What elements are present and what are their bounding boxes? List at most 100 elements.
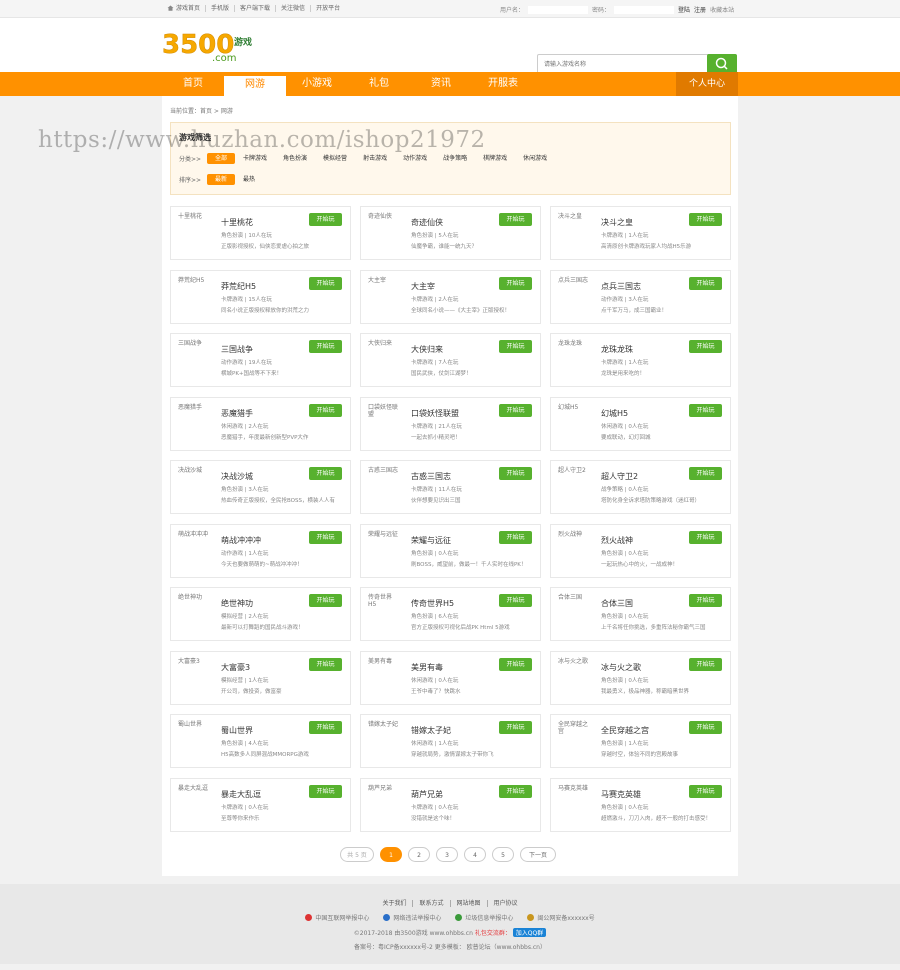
game-name[interactable]: 葫芦兄弟 [411, 789, 443, 800]
play-button[interactable]: 开始玩 [499, 467, 532, 480]
top-link[interactable]: 手机版 [206, 5, 236, 12]
play-button[interactable]: 开始玩 [499, 213, 532, 226]
footer-badge[interactable]: 网络违法举报中心 [383, 913, 441, 922]
game-name[interactable]: 决斗之皇 [601, 217, 633, 228]
game-name[interactable]: 绝世神功 [221, 598, 253, 609]
game-thumbnail[interactable]: 美男有毒 [368, 658, 400, 690]
game-thumbnail[interactable]: 大主宰 [368, 277, 400, 309]
play-button[interactable]: 开始玩 [309, 340, 342, 353]
page-number[interactable]: 4 [464, 847, 486, 862]
site-logo[interactable]: 3500 游戏 .com [162, 29, 262, 63]
nav-item-server-list[interactable]: 开服表 [472, 72, 534, 96]
game-name[interactable]: 荣耀与远征 [411, 535, 451, 546]
game-card[interactable]: 暴走大乱逗 暴走大乱逗 卡牌游戏 | 0人在玩 至尊等你来作乐 开始玩 [170, 777, 351, 832]
game-thumbnail[interactable]: 决斗之皇 [558, 213, 590, 245]
game-thumbnail[interactable]: 奇迹仙侠 [368, 213, 400, 245]
join-qq-button[interactable]: 加入QQ群 [512, 928, 547, 937]
play-button[interactable]: 开始玩 [689, 276, 722, 290]
game-name[interactable]: 口袋妖怪联盟 [411, 408, 459, 419]
play-button[interactable]: 开始玩 [309, 213, 342, 226]
password-input[interactable] [614, 5, 675, 14]
game-name[interactable]: 十里桃花 [221, 217, 253, 228]
game-name[interactable]: 奇迹仙侠 [411, 217, 443, 228]
game-thumbnail[interactable]: 十里桃花 [178, 213, 210, 245]
play-button[interactable]: 开始玩 [309, 784, 342, 798]
category-option[interactable]: 休闲游戏 [515, 153, 555, 164]
play-button[interactable]: 开始玩 [309, 530, 342, 544]
category-option[interactable]: 动作游戏 [395, 153, 435, 164]
page-number[interactable]: 2 [408, 847, 430, 862]
game-name[interactable]: 萌战冲冲冲 [221, 535, 261, 546]
game-card[interactable]: 美男有毒 美男有毒 休闲游戏 | 0人在玩 王爷中毒了？快跳水 开始玩 [360, 650, 541, 705]
game-card[interactable]: 莽荒纪H5 莽荒纪H5 卡牌游戏 | 15人在玩 同名小说正版授权释放你的洪荒之力 开始… [170, 269, 351, 324]
game-card[interactable]: 大侠归来 大侠归来 卡牌游戏 | 7人在玩 国民武侠，仗剑江湖梦！ 开始玩 [360, 333, 541, 387]
play-button[interactable]: 开始玩 [689, 403, 722, 417]
footer-link[interactable]: 联系方式 [413, 900, 451, 907]
game-thumbnail[interactable]: 点兵三国志 [558, 277, 590, 309]
play-button[interactable]: 开始玩 [309, 657, 342, 671]
game-thumbnail[interactable]: 大富豪3 [178, 658, 210, 690]
play-button[interactable]: 开始玩 [499, 784, 532, 798]
nav-item-online-games[interactable]: 网游 [224, 76, 286, 96]
footer-badge[interactable]: 闽公网安备xxxxxx号 [527, 913, 595, 922]
game-card[interactable]: 大主宰 大主宰 卡牌游戏 | 2人在玩 全球同名小说——《大主宰》正版授权！ 开始玩 [360, 269, 541, 324]
sort-option[interactable]: 最新 [207, 174, 236, 185]
game-name[interactable]: 莽荒纪H5 [221, 281, 256, 292]
play-button[interactable]: 开始玩 [499, 276, 532, 290]
game-card[interactable]: 葫芦兄弟 葫芦兄弟 卡牌游戏 | 0人在玩 没错就是这个味！ 开始玩 [360, 777, 541, 832]
game-card[interactable]: 口袋妖怪联盟 口袋妖怪联盟 卡牌游戏 | 21人在玩 一起去抓小精灵吧！ 开始玩 [360, 396, 541, 451]
game-thumbnail[interactable]: 葫芦兄弟 [368, 785, 400, 817]
game-card[interactable]: 超人守卫2 超人守卫2 战争策略 | 0人在玩 塔防化身全诉求塔防策略游戏（迷红哥） 开… [550, 460, 731, 514]
play-button[interactable]: 开始玩 [689, 530, 722, 544]
nav-item-gifts[interactable]: 礼包 [348, 72, 410, 96]
game-name[interactable]: 传奇世界H5 [411, 598, 454, 609]
game-thumbnail[interactable]: 莽荒纪H5 [178, 277, 210, 309]
game-card[interactable]: 幻城H5 幻城H5 休闲游戏 | 0人在玩 要成联动，幻灯回城 开始玩 [550, 396, 731, 451]
nav-item-news[interactable]: 资讯 [410, 72, 472, 96]
game-name[interactable]: 点兵三国志 [601, 281, 641, 292]
footer-link[interactable]: 网站地图 [450, 900, 488, 907]
game-card[interactable]: 绝世神功 绝世神功 模拟经营 | 2人在玩 最新可以打舞蹈的国民战斗游戏！ 开始玩 [170, 587, 351, 641]
category-option[interactable]: 模拟经营 [315, 153, 355, 164]
footer-link[interactable]: 关于我们 [376, 900, 414, 907]
game-thumbnail[interactable]: 萌战冲冲冲 [178, 531, 210, 563]
game-thumbnail[interactable]: 烈火战神 [558, 531, 590, 563]
game-card[interactable]: 错嫁太子妃 错嫁太子妃 休闲游戏 | 1人在玩 穿越就局势，激情谋嫁太子带你飞 开始玩 [360, 714, 541, 768]
play-button[interactable]: 开始玩 [689, 467, 722, 480]
game-name[interactable]: 古惑三国志 [411, 471, 451, 482]
game-name[interactable]: 决战沙城 [221, 471, 253, 482]
game-thumbnail[interactable]: 合体三国 [558, 594, 590, 626]
play-button[interactable]: 开始玩 [309, 403, 342, 417]
game-card[interactable]: 古惑三国志 古惑三国志 卡牌游戏 | 11人在玩 伙伴想要见识出三国 开始玩 [360, 460, 541, 514]
game-name[interactable]: 蜀山世界 [221, 725, 253, 736]
game-thumbnail[interactable]: 冰与火之歌 [558, 658, 590, 690]
game-card[interactable]: 决斗之皇 决斗之皇 卡牌游戏 | 1人在玩 高清原创卡牌游戏玩家人均战H5乐游 开始玩 [550, 206, 731, 260]
game-name[interactable]: 幻城H5 [601, 408, 628, 419]
next-page-button[interactable]: 下一页 [520, 847, 556, 862]
game-card[interactable]: 传奇世界H5 传奇世界H5 角色扮演 | 6人在玩 官方正版授权可视化后战PK Htm… [360, 587, 541, 641]
game-name[interactable]: 超人守卫2 [601, 471, 638, 482]
game-card[interactable]: 恶魔猎手 恶魔猎手 休闲游戏 | 2人在玩 恶魔猎手，年度最新创新型PVP大作 开始玩 [170, 396, 351, 451]
footer-badge[interactable]: 中国互联网举报中心 [305, 913, 369, 922]
game-thumbnail[interactable]: 三国战争 [178, 340, 210, 372]
play-button[interactable]: 开始玩 [309, 467, 342, 480]
game-name[interactable]: 大富豪3 [221, 662, 250, 673]
username-input[interactable] [528, 5, 589, 14]
game-card[interactable]: 荣耀与远征 荣耀与远征 角色扮演 | 0人在玩 刷BOSS，威望前，做最一！千人实时在… [360, 523, 541, 578]
game-thumbnail[interactable]: 暴走大乱逗 [178, 785, 210, 817]
game-card[interactable]: 龙珠龙珠 龙珠龙珠 卡牌游戏 | 1人在玩 龙珠是用来吃的！ 开始玩 [550, 333, 731, 387]
game-card[interactable]: 合体三国 合体三国 角色扮演 | 0人在玩 上千名将任你挑选，多重阵法秘你霸气三国 开始… [550, 587, 731, 641]
category-option[interactable]: 战争策略 [435, 153, 475, 164]
search-button[interactable] [707, 54, 737, 74]
play-button[interactable]: 开始玩 [499, 530, 532, 544]
game-thumbnail[interactable]: 龙珠龙珠 [558, 340, 590, 372]
game-card[interactable]: 点兵三国志 点兵三国志 动作游戏 | 3人在玩 点千军万马，成三国霸业！ 开始玩 [550, 269, 731, 324]
game-card[interactable]: 马赛克英雄 马赛克英雄 角色扮演 | 0人在玩 超燃激斗，刀刀入肉，超不一般的打击感受… [550, 777, 731, 832]
game-card[interactable]: 冰与火之歌 冰与火之歌 角色扮演 | 0人在玩 我最勇义，极品神器，称霸暗黑世界 开始玩 [550, 650, 731, 705]
game-name[interactable]: 马赛克英雄 [601, 789, 641, 800]
play-button[interactable]: 开始玩 [499, 594, 532, 607]
game-name[interactable]: 冰与火之歌 [601, 662, 641, 673]
register-link[interactable]: 注册 [694, 5, 706, 14]
page-number[interactable]: 3 [436, 847, 458, 862]
game-name[interactable]: 错嫁太子妃 [411, 725, 451, 736]
